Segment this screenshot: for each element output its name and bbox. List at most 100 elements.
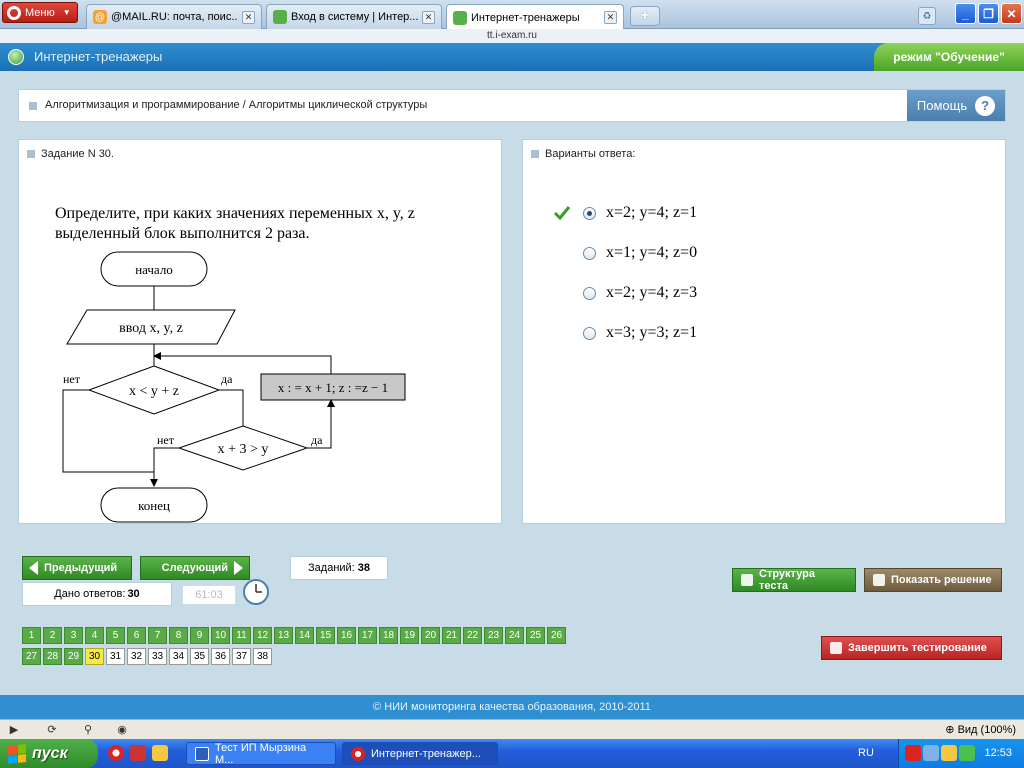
taskbar-item-label: Тест ИП Мырзина М... [215,741,307,766]
site-favicon-icon [453,10,467,25]
task-number-button[interactable]: 20 [421,627,440,644]
flowchart-yes-label: да [221,372,233,386]
document-icon [195,746,209,761]
sync-icon[interactable]: ⟳ [44,722,60,736]
language-indicator[interactable]: RU [858,747,874,759]
flowchart-yes-label: да [311,433,323,447]
task-number-button[interactable]: 24 [505,627,524,644]
next-label: Следующий [161,562,228,574]
bullet-square-icon [27,150,35,158]
task-number-button[interactable]: 10 [211,627,230,644]
task-number-button[interactable]: 11 [232,627,251,644]
help-button[interactable]: Помощь ? [907,90,1005,121]
task-number-button[interactable]: 32 [127,648,146,665]
task-number-button[interactable]: 25 [526,627,545,644]
answer-option[interactable]: x=3; y=3; z=1 [583,324,697,342]
task-number-button[interactable]: 28 [43,648,62,665]
task-number-button[interactable]: 14 [295,627,314,644]
new-tab-button[interactable]: + [630,6,660,26]
taskbar-item-opera[interactable]: Интернет-тренажер... [342,742,498,765]
answer-option[interactable]: x=2; y=4; z=1 [553,204,698,222]
taskbar-item-label: Интернет-тренажер... [371,747,481,760]
answer-option[interactable]: x=2; y=4; z=3 [583,284,697,302]
task-number-button[interactable]: 26 [547,627,566,644]
task-number-button[interactable]: 5 [106,627,125,644]
task-number-button[interactable]: 30 [85,648,104,665]
task-number-button[interactable]: 1 [22,627,41,644]
task-number-button[interactable]: 38 [253,648,272,665]
help-label: Помощь [916,98,968,113]
close-icon[interactable]: ✕ [604,11,617,24]
close-icon[interactable]: ✕ [422,10,435,24]
flowchart-no-label: нет [63,372,81,386]
task-number-button[interactable]: 16 [337,627,356,644]
task-number-button[interactable]: 15 [316,627,335,644]
browser-status-bar: ▶ ⟳ ⚲ ◉ ⊕ Вид (100%) [0,719,1024,739]
tab-trainers[interactable]: Интернет-тренажеры ✕ [446,4,624,30]
task-number-button[interactable]: 4 [85,627,104,644]
unite-icon[interactable]: ◉ [114,722,130,736]
answers-header: Варианты ответа: [531,148,635,160]
answer-radio[interactable] [583,246,596,260]
taskbar-item-word[interactable]: Тест ИП Мырзина М... [186,741,336,766]
task-number-button[interactable]: 7 [148,627,167,644]
task-number-button[interactable]: 23 [484,627,503,644]
task-number-button[interactable]: 8 [169,627,188,644]
task-number-button[interactable]: 17 [358,627,377,644]
quicklaunch-icon[interactable] [130,745,146,761]
panel-toggle-icon[interactable]: ▶ [6,722,22,736]
minimize-button[interactable]: _ [955,3,976,24]
book-icon [873,574,885,586]
finish-test-button[interactable]: Завершить тестирование [821,636,1002,660]
task-number-button[interactable]: 18 [379,627,398,644]
task-number-button[interactable]: 35 [190,648,209,665]
task-number-button[interactable]: 27 [22,648,41,665]
close-icon[interactable]: ✕ [242,10,255,24]
task-number-button[interactable]: 22 [463,627,482,644]
previous-button[interactable]: Предыдущий [22,556,132,580]
show-solution-button[interactable]: Показать решение [864,568,1002,592]
test-structure-button[interactable]: Структура теста [732,568,856,592]
trash-icon[interactable]: ♻ [918,7,936,25]
answer-radio[interactable] [583,206,596,220]
task-number-button[interactable]: 6 [127,627,146,644]
start-button[interactable]: пуск [0,739,98,768]
quicklaunch-icon[interactable] [152,745,168,761]
answer-radio[interactable] [583,286,596,300]
task-number-button[interactable]: 12 [253,627,272,644]
task-number-button[interactable]: 2 [43,627,62,644]
maximize-button[interactable]: ❐ [978,3,999,24]
task-number-button[interactable]: 21 [442,627,461,644]
security-shield-icon[interactable] [941,745,957,761]
task-number: Задание N 30. [41,148,114,160]
tab-title: Вход в систему | Интер... [291,11,418,23]
address-bar[interactable]: tt.i-exam.ru [0,29,1024,43]
task-number-button[interactable]: 37 [232,648,251,665]
task-number-button[interactable]: 29 [64,648,83,665]
next-button[interactable]: Следующий [140,556,250,580]
opera-logo-icon [7,5,21,20]
windows-flag-icon [8,743,26,764]
answer-option-text: x=2; y=4; z=1 [606,204,698,221]
antivirus-icon[interactable] [905,745,921,761]
task-number-button[interactable]: 19 [400,627,419,644]
opera-quicklaunch-icon[interactable] [108,745,124,761]
task-number-button[interactable]: 34 [169,648,188,665]
task-number-button[interactable]: 31 [106,648,125,665]
answer-radio[interactable] [583,326,596,340]
answer-option[interactable]: x=1; y=4; z=0 [583,244,697,262]
update-icon[interactable] [959,745,975,761]
task-number-button[interactable]: 13 [274,627,293,644]
close-window-button[interactable]: ✕ [1001,3,1022,24]
zoom-level[interactable]: ⊕ Вид (100%) [945,723,1016,736]
tab-login[interactable]: Вход в систему | Интер... ✕ [266,4,442,29]
task-number-button[interactable]: 3 [64,627,83,644]
tasks-label: Заданий: [308,562,355,574]
tab-mail[interactable]: @ @MAIL.RU: почта, поис... ✕ [86,4,262,29]
network-icon[interactable] [923,745,939,761]
task-number-button[interactable]: 36 [211,648,230,665]
opera-menu-button[interactable]: Меню ▼ [2,2,78,23]
task-number-button[interactable]: 9 [190,627,209,644]
task-number-button[interactable]: 33 [148,648,167,665]
network-icon[interactable]: ⚲ [80,722,96,736]
